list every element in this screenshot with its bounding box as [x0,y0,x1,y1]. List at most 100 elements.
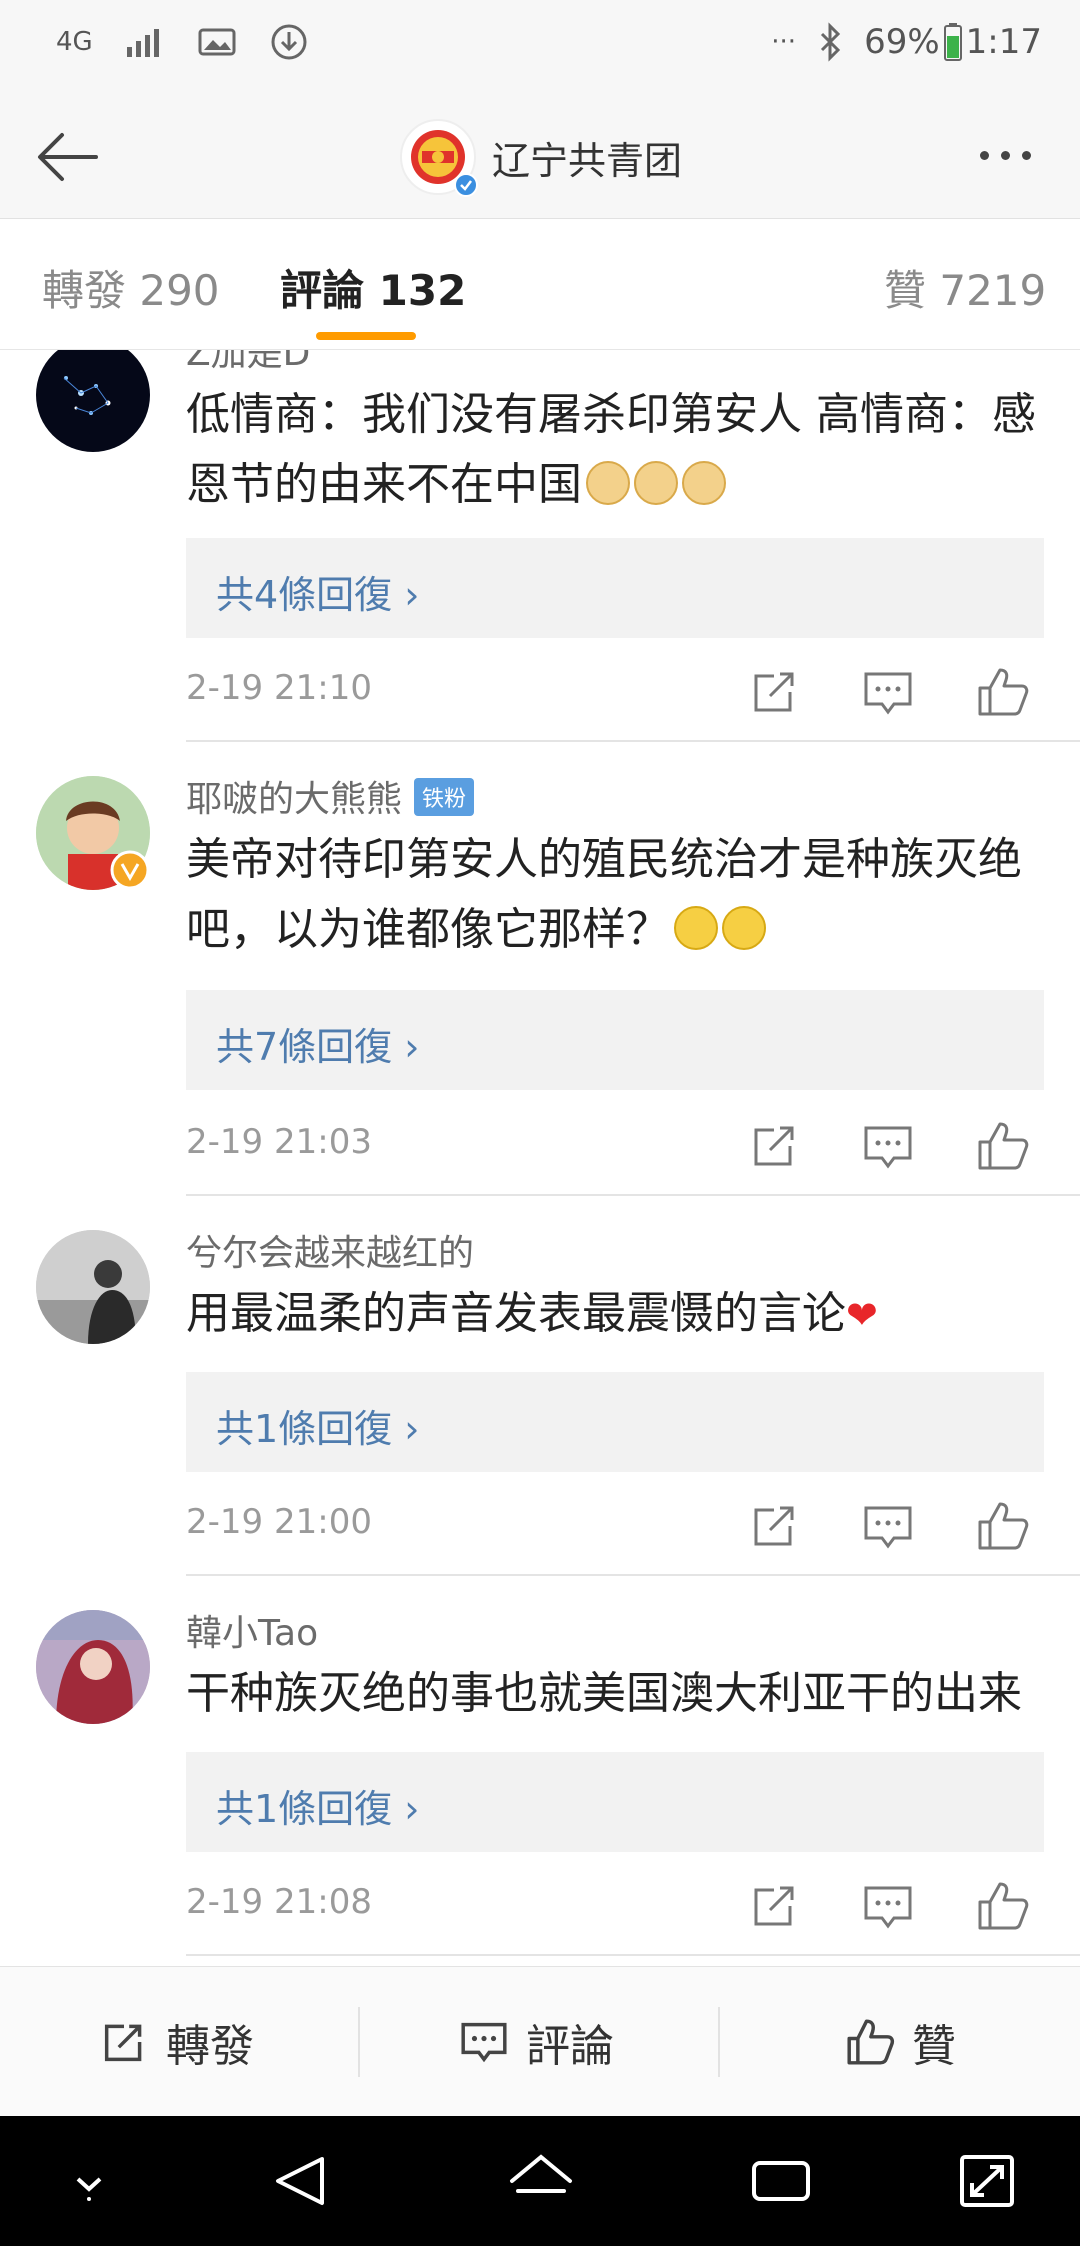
network-label: 4G [56,27,93,57]
doge-emoji-icon [682,461,726,505]
tab-bar: 轉發 290 評論 132 贊 7219 [0,219,1080,350]
comment-actions [744,662,1034,722]
page-title: 辽宁共青团 [492,138,683,183]
replies-link[interactable]: 共4條回復 › [216,564,419,619]
status-bar: 4G ··· 69% 1:17 [0,0,1080,95]
vip-badge-icon [110,850,150,890]
replies-link[interactable]: 共1條回復 › [216,1778,419,1833]
like-icon[interactable] [972,1496,1032,1556]
photo-avatar-image [36,1230,150,1344]
more-menu-icon[interactable] [980,135,1050,175]
status-left: 4G [56,22,309,62]
fan-badge: 铁粉 [414,778,475,816]
verified-icon [454,173,478,197]
repost-icon [104,2024,142,2062]
replies-box[interactable]: 共7條回復 › [186,990,1044,1090]
share-icon[interactable] [744,662,804,722]
replies-link[interactable]: 共7條回復 › [216,1016,419,1071]
back-arrow-icon[interactable] [28,117,108,197]
like-icon[interactable] [972,662,1032,722]
avatar[interactable] [36,1230,150,1344]
share-icon[interactable] [744,1876,804,1936]
like-label: 贊 [912,2021,956,2072]
tab-reposts[interactable]: 轉發 290 [42,257,220,318]
replies-box[interactable]: 共4條回復 › [186,538,1044,638]
comment-divider [186,1954,1080,1956]
comment-list[interactable]: Z加是D 低情商：我们没有屠杀印第安人 高情商：感恩节的由来不在中国 共4條回復… [0,350,1080,1965]
comment-username[interactable]: 韓小Tao [186,1604,318,1656]
share-icon[interactable] [744,1116,804,1176]
bottom-separator [358,2007,360,2077]
download-icon [271,24,307,60]
avatar[interactable] [36,1610,150,1724]
comment-body: 用最温柔的声音发表最震慑的言论 [186,1288,846,1339]
battery-percent: 69% [864,22,940,62]
signal-icon [126,29,159,57]
bottom-action-bar: 轉發 評論 贊 [0,1966,1080,2117]
like-icon[interactable] [972,1116,1032,1176]
username-text[interactable]: 耶啵的大熊熊 [186,779,402,820]
home-nav-icon[interactable] [506,2151,576,2211]
comment-icon [461,2022,507,2063]
recent-apps-icon[interactable] [746,2151,816,2211]
expand-screen-icon[interactable] [952,2151,1022,2211]
comment-body: 干种族灭绝的事也就美国澳大利亚干的出来 [186,1668,1022,1719]
comment-text: 美帝对待印第安人的殖民统治才是种族灭绝吧，以为谁都像它那样？ [186,825,1046,965]
shrug-emoji-icon [722,906,766,950]
comment-actions [744,1876,1034,1936]
repost-button[interactable]: 轉發 [98,2007,254,2077]
comment-actions [744,1496,1034,1556]
like-icon [847,2019,895,2065]
hide-keyboard-icon[interactable] [54,2151,124,2211]
clock: 1:17 [965,22,1042,62]
comment-icon[interactable] [858,662,918,722]
comment-actions [744,1116,1034,1176]
comment-username[interactable]: Z加是D [186,350,310,376]
nav-account[interactable]: 辽宁共青团 [400,117,682,197]
comment-timestamp: 2-19 21:10 [186,668,372,708]
replies-link[interactable]: 共1條回復 › [216,1398,419,1453]
replies-box[interactable]: 共1條回復 › [186,1752,1044,1852]
doge-emoji-icon [634,461,678,505]
comment-icon[interactable] [858,1496,918,1556]
bluetooth-icon [821,22,841,62]
comment-text: 干种族灭绝的事也就美国澳大利亚干的出来 [186,1659,1046,1729]
comment-divider [186,740,1080,742]
image-icon [198,28,236,56]
comment-timestamp: 2-19 21:00 [186,1502,372,1542]
status-right: ··· 69% 1:17 [771,22,1042,62]
comment-username[interactable]: 兮尔会越来越红的 [186,1224,474,1276]
avatar[interactable] [36,350,150,452]
replies-box[interactable]: 共1條回復 › [186,1372,1044,1472]
comment-username[interactable]: 耶啵的大熊熊 铁粉 [186,770,475,822]
back-nav-icon[interactable] [266,2151,336,2211]
bottom-separator [718,2007,720,2077]
nav-bar: 辽宁共青团 [0,95,1080,219]
doge-emoji-icon [586,461,630,505]
comment-button[interactable]: 評論 [458,2007,614,2077]
starry-avatar-image [63,376,111,415]
repost-label: 轉發 [166,2021,254,2072]
heart-emoji-icon: ❤ [846,1293,878,1337]
active-tab-indicator [316,332,416,340]
anime-avatar-image [36,1610,150,1724]
comment-divider [186,1574,1080,1576]
comment-timestamp: 2-19 21:03 [186,1122,372,1162]
comment-icon[interactable] [858,1876,918,1936]
comment-timestamp: 2-19 21:08 [186,1882,372,1922]
comment-icon[interactable] [858,1116,918,1176]
comment-text: 用最温柔的声音发表最震慑的言论❤ [186,1279,1046,1350]
system-nav-bar [0,2116,1080,2246]
more-status-label: ··· [771,27,797,57]
comment-body: 美帝对待印第安人的殖民统治才是种族灭绝吧，以为谁都像它那样？ [186,834,1022,955]
tab-comments[interactable]: 評論 132 [280,257,466,318]
battery-icon [943,23,962,61]
tab-likes[interactable]: 贊 7219 [884,257,1046,318]
comment-text: 低情商：我们没有屠杀印第安人 高情商：感恩节的由来不在中国 [186,380,1046,520]
like-button[interactable]: 贊 [844,2007,956,2077]
comment-divider [186,1194,1080,1196]
comment-label: 評論 [526,2021,614,2072]
account-avatar[interactable] [400,119,478,197]
like-icon[interactable] [972,1876,1032,1936]
share-icon[interactable] [744,1496,804,1556]
